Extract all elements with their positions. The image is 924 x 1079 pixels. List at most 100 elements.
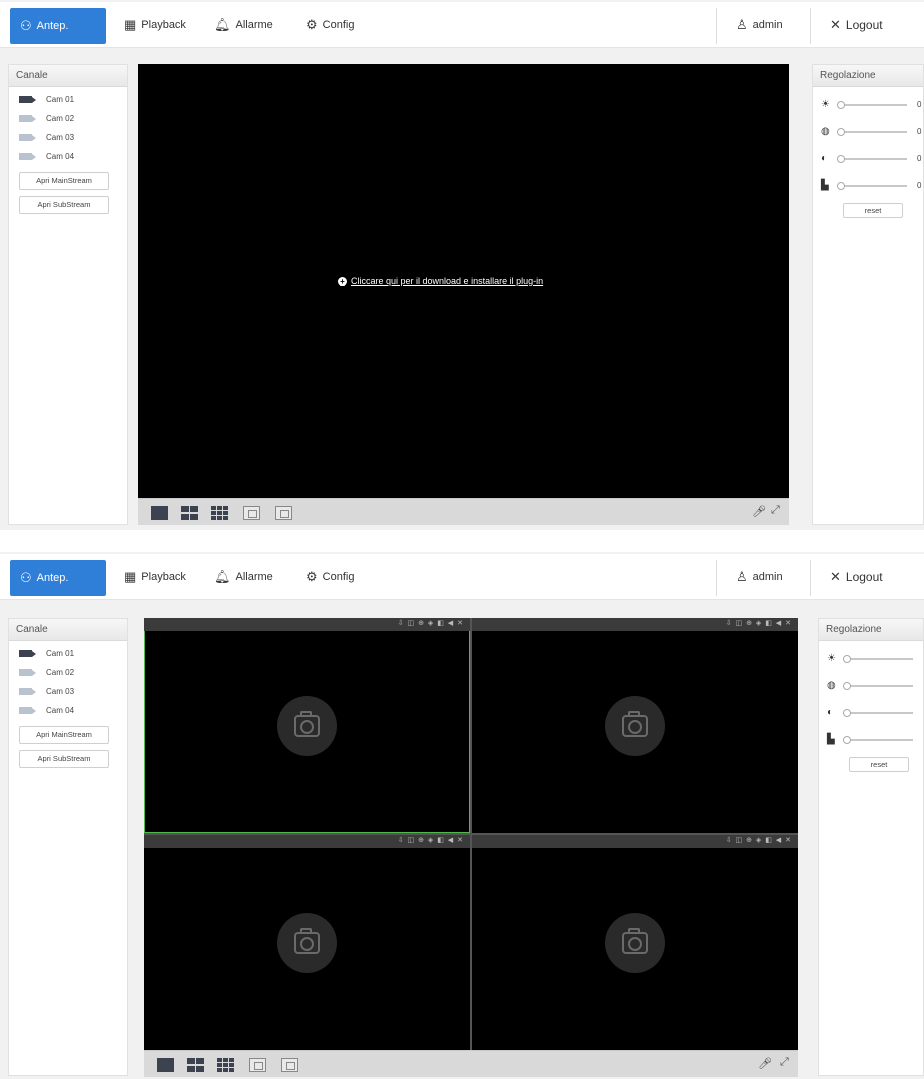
brightness-row: ☀ (819, 645, 923, 672)
live-view-icon: ⚇ (20, 570, 32, 585)
channel-panel: Canale Cam 01 Cam 02 Cam 03 Cam 04 Apri … (8, 64, 128, 525)
channel-item[interactable]: Cam 01 (9, 90, 127, 109)
nav-divider (716, 560, 717, 596)
nav-config[interactable]: ⚙ Config (306, 2, 354, 48)
brightness-slider[interactable] (843, 654, 913, 663)
camera-placeholder-icon (605, 695, 665, 756)
contrast-slider[interactable] (843, 681, 913, 690)
layout-4-icon[interactable] (187, 1058, 204, 1072)
video-cell[interactable]: ⇩ ◫ ⊕ ◈ ◧ ◀ ✕ (472, 618, 798, 833)
layout-1-icon[interactable] (157, 1058, 174, 1072)
screenshot-top: ⚇ Antep. ▦ Playback 🔔︎ Allarme ⚙ Config ♙ adm… (0, 0, 924, 530)
brightness-icon: ☀ (821, 99, 830, 110)
open-substream-button[interactable]: Apri SubStream (19, 196, 109, 214)
layout-close-icon[interactable] (281, 1058, 298, 1072)
video-cell[interactable]: ⇩ ◫ ⊕ ◈ ◧ ◀ ✕ (144, 835, 470, 1050)
channel-item[interactable]: Cam 03 (9, 128, 127, 147)
channel-item[interactable]: Cam 04 (9, 147, 127, 166)
hue-row: ▙ 0 (813, 172, 923, 199)
layout-close-icon[interactable] (275, 506, 292, 520)
nav-playback[interactable]: ▦ Playback (124, 554, 186, 600)
slider-knob[interactable] (837, 154, 845, 163)
plugin-download-link[interactable]: + Cliccare qui per il download e installa… (338, 276, 543, 286)
bell-icon: 🔔︎ (214, 17, 231, 32)
reset-button[interactable]: reset (843, 203, 903, 218)
channel-item[interactable]: Cam 02 (9, 109, 127, 128)
slider-knob[interactable] (837, 100, 845, 109)
brightness-value: 0 (917, 100, 922, 109)
channel-item[interactable]: Cam 01 (9, 644, 127, 663)
channel-item[interactable]: Cam 04 (9, 701, 127, 720)
live-view-icon: ⚇ (20, 18, 32, 33)
hue-slider[interactable] (837, 181, 907, 190)
cell-tool-icons[interactable]: ⇩ ◫ ⊕ ◈ ◧ ◀ ✕ (726, 836, 792, 844)
cell-tool-icons[interactable]: ⇩ ◫ ⊕ ◈ ◧ ◀ ✕ (726, 619, 792, 627)
channel-item[interactable]: Cam 03 (9, 682, 127, 701)
open-substream-button[interactable]: Apri SubStream (19, 750, 109, 768)
camera-placeholder-icon (277, 912, 337, 973)
reset-button[interactable]: reset (849, 757, 909, 772)
nav-allarme[interactable]: 🔔︎ Allarme (214, 2, 273, 48)
layout-custom-icon[interactable] (243, 506, 260, 520)
fullscreen-icon[interactable]: ⤢ (771, 504, 780, 517)
video-toolbar: 🎤︎ ⤢ (144, 1050, 798, 1077)
channel-item[interactable]: Cam 02 (9, 663, 127, 682)
adjustment-panel-title: Regolazione (819, 619, 923, 641)
camera-icon (19, 650, 36, 657)
gear-icon: ⚙ (306, 569, 318, 584)
nav-admin[interactable]: ♙ admin (736, 554, 783, 600)
nav-logout[interactable]: ✕ Logout (830, 2, 883, 48)
close-icon: ✕ (830, 569, 841, 584)
layout-9-icon[interactable] (211, 506, 228, 520)
nav-antep[interactable]: ⚇ Antep. (10, 8, 106, 44)
layout-9-icon[interactable] (217, 1058, 234, 1072)
microphone-icon[interactable]: 🎤︎ (752, 505, 766, 518)
hue-slider[interactable] (843, 735, 913, 744)
nav-admin[interactable]: ♙ admin (736, 2, 783, 48)
layout-4-icon[interactable] (181, 506, 198, 520)
channel-panel: Canale Cam 01 Cam 02 Cam 03 Cam 04 Apri … (8, 618, 128, 1076)
cell-toolbar: ⇩ ◫ ⊕ ◈ ◧ ◀ ✕ (472, 618, 798, 631)
adjustment-panel: Regolazione ☀ ◍ ◐ ▙ reset (818, 618, 924, 1076)
nav-playback[interactable]: ▦ Playback (124, 2, 186, 48)
slider-knob[interactable] (837, 127, 845, 136)
video-viewport[interactable]: + Cliccare qui per il download e installa… (138, 64, 789, 498)
open-mainstream-button[interactable]: Apri MainStream (19, 172, 109, 190)
video-grid: ⇩ ◫ ⊕ ◈ ◧ ◀ ✕ ⇩ ◫ ⊕ ◈ ◧ ◀ ✕ ⇩ ◫ ⊕ ◈ ◧ ◀ … (144, 618, 798, 1050)
close-icon: ✕ (830, 17, 841, 32)
contrast-slider[interactable] (837, 127, 907, 136)
open-mainstream-button[interactable]: Apri MainStream (19, 726, 109, 744)
layout-1-icon[interactable] (151, 506, 168, 520)
camera-icon (19, 115, 36, 122)
video-cell[interactable]: ⇩ ◫ ⊕ ◈ ◧ ◀ ✕ (144, 618, 470, 833)
saturation-icon: ◐ (821, 153, 828, 164)
nav-logout[interactable]: ✕ Logout (830, 554, 883, 600)
layout-custom-icon[interactable] (249, 1058, 266, 1072)
saturation-row: ◐ 0 (813, 145, 923, 172)
nav-divider (716, 8, 717, 44)
cell-tool-icons[interactable]: ⇩ ◫ ⊕ ◈ ◧ ◀ ✕ (398, 836, 464, 844)
brightness-slider[interactable] (837, 100, 907, 109)
contrast-row: ◍ 0 (813, 118, 923, 145)
nav-config[interactable]: ⚙ Config (306, 554, 354, 600)
slider-knob[interactable] (843, 708, 851, 717)
cell-tool-icons[interactable]: ⇩ ◫ ⊕ ◈ ◧ ◀ ✕ (398, 619, 464, 627)
nav-antep[interactable]: ⚇ Antep. (10, 560, 106, 596)
microphone-icon[interactable]: 🎤︎ (758, 1057, 772, 1070)
contrast-icon: ◍ (827, 680, 836, 691)
video-cell[interactable]: ⇩ ◫ ⊕ ◈ ◧ ◀ ✕ (472, 835, 798, 1050)
saturation-slider[interactable] (837, 154, 907, 163)
gear-icon: ⚙ (306, 17, 318, 32)
slider-knob[interactable] (843, 681, 851, 690)
contrast-icon: ◍ (821, 126, 830, 137)
saturation-slider[interactable] (843, 708, 913, 717)
slider-knob[interactable] (843, 654, 851, 663)
slider-knob[interactable] (843, 735, 851, 744)
saturation-value: 0 (917, 154, 922, 163)
nav-allarme[interactable]: 🔔︎ Allarme (214, 554, 273, 600)
playback-icon: ▦ (124, 17, 137, 32)
fullscreen-icon[interactable]: ⤢ (780, 1056, 789, 1069)
slider-knob[interactable] (837, 181, 845, 190)
cell-toolbar: ⇩ ◫ ⊕ ◈ ◧ ◀ ✕ (472, 835, 798, 848)
camera-icon (19, 96, 36, 103)
